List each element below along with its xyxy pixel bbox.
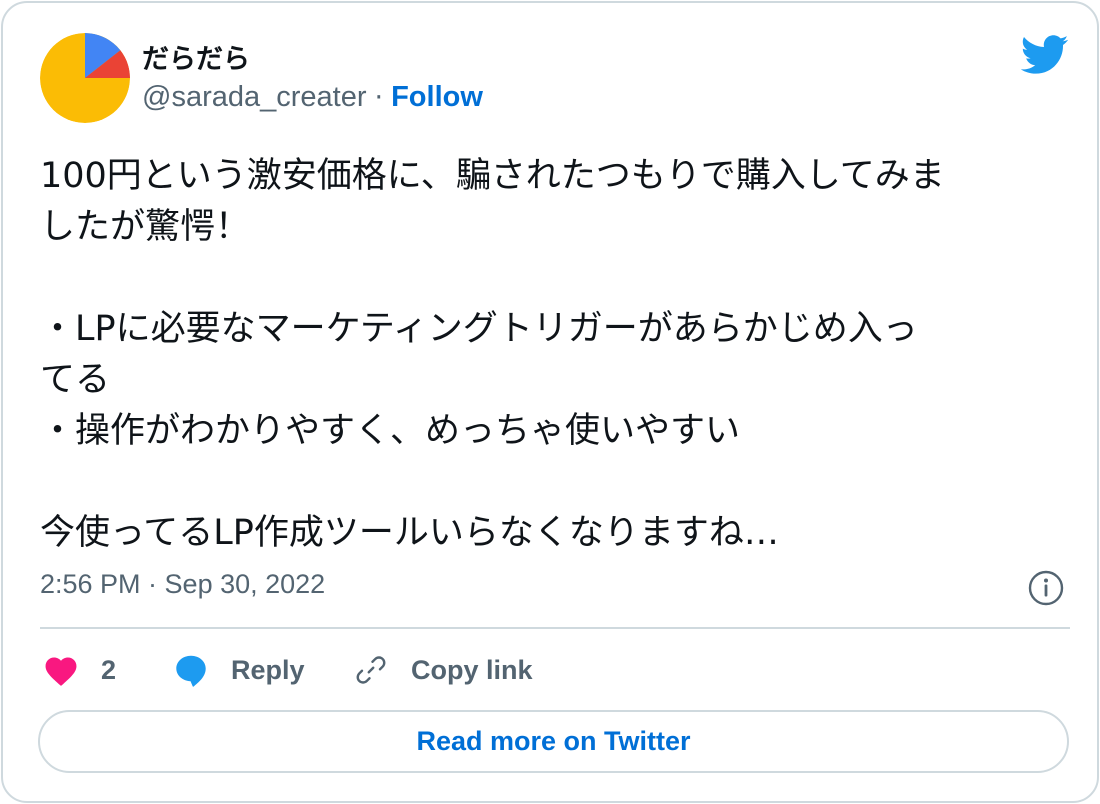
info-icon[interactable] — [1028, 570, 1064, 606]
tweet-text: 100円という激安価格に、騙されたつもりで購入してみま したが驚愕！ ・LPに必… — [40, 151, 1070, 559]
tweet-embed-card: だらだら @sarada_creater · Follow 100円という激安価… — [1, 1, 1099, 803]
tweet-line: 今使ってるLP作成ツールいらなくなりますね… — [40, 513, 779, 553]
avatar-pie-image — [40, 33, 130, 123]
tweet-line: ・LPに必要なマーケティングトリガーがあらかじめ入っ — [40, 309, 918, 349]
tweet-line — [40, 253, 1070, 304]
reply-label: Reply — [231, 654, 305, 685]
avatar[interactable] — [40, 33, 130, 123]
reply-button[interactable]: Reply — [173, 648, 305, 692]
copy-link-button[interactable]: Copy link — [353, 648, 533, 692]
like-button[interactable]: 2 — [43, 648, 116, 692]
tweet-line — [40, 457, 1070, 508]
tweet-line: ・操作がわかりやすく、めっちゃ使いやすい — [40, 411, 741, 451]
separator-dot: · — [374, 82, 384, 113]
tweet-line: したが驚愕！ — [40, 207, 251, 247]
author-display-name[interactable]: だらだら — [142, 37, 250, 76]
author-handle-row: @sarada_creater · Follow — [142, 81, 483, 114]
twitter-bird-icon[interactable] — [1020, 35, 1069, 75]
speech-bubble-icon — [176, 655, 206, 687]
read-more-label: Read more on Twitter — [416, 726, 691, 756]
tweet-line: 100円という激安価格に、騙されたつもりで購入してみま — [40, 156, 945, 196]
read-more-button[interactable]: Read more on Twitter — [38, 710, 1069, 773]
divider — [40, 627, 1070, 629]
link-icon — [356, 656, 386, 684]
like-count: 2 — [101, 654, 117, 685]
heart-icon — [45, 657, 77, 686]
author-handle[interactable]: @sarada_creater — [142, 81, 367, 114]
tweet-timestamp[interactable]: 2:56 PM · Sep 30, 2022 — [40, 569, 325, 600]
follow-button[interactable]: Follow — [391, 81, 483, 114]
copy-link-label: Copy link — [411, 654, 533, 685]
tweet-line: てる — [40, 360, 111, 400]
